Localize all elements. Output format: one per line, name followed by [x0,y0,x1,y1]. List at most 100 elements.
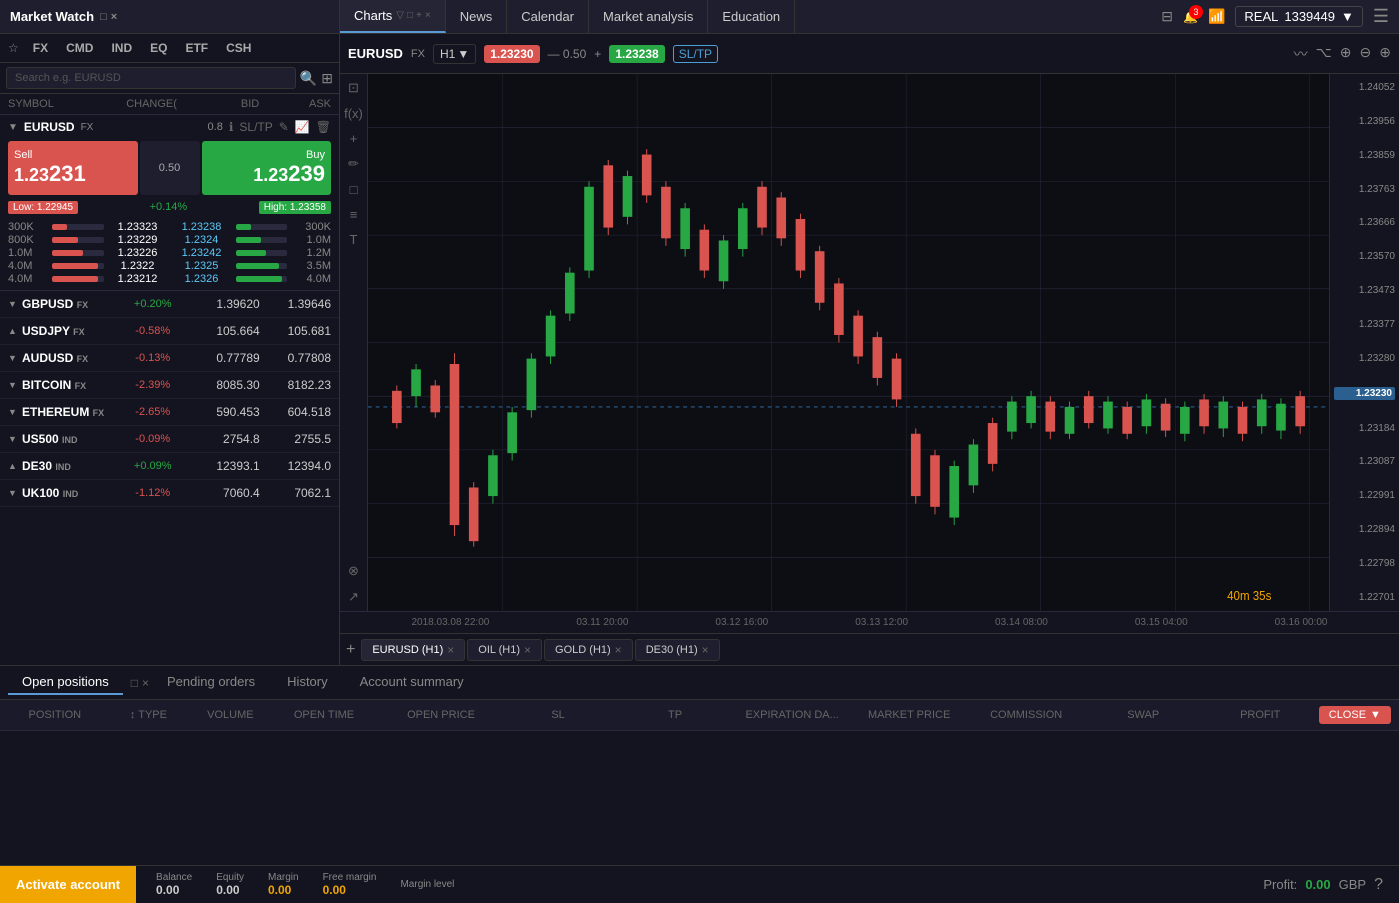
bottom-panel: Open positions □ × Pending orders Histor… [0,665,1399,865]
add-chart-tab-icon[interactable]: + [346,641,355,659]
col-volume: VOLUME [195,709,265,721]
tab-pending-orders[interactable]: Pending orders [153,670,269,695]
monitor-icon[interactable]: ⊟ [1161,8,1173,25]
list-item[interactable]: ▼ UK100 IND -1.12% 7060.4 7062.1 [0,480,339,507]
layers-icon[interactable]: ⊗ [348,563,359,579]
tab-calendar[interactable]: Calendar [507,0,589,33]
tab-open-positions[interactable]: Open positions [8,670,123,695]
window-icon[interactable]: □ [407,10,413,21]
window-icon[interactable]: □ [131,676,138,690]
list-item[interactable]: ▲ USDJPY FX -0.58% 105.664 105.681 [0,318,339,345]
chart-tab-gold[interactable]: GOLD (H1) × [544,639,633,661]
close-tab-icon[interactable]: × [615,643,622,657]
chart-tab-oil[interactable]: OIL (H1) × [467,639,542,661]
eurusd-type: FX [81,122,94,133]
chart-icon[interactable]: 📈 [295,120,310,134]
tab-charts-label: Charts [354,8,392,23]
tab-market-analysis[interactable]: Market analysis [589,0,708,33]
search-icon[interactable]: 🔍 [300,70,317,87]
list-item[interactable]: ▼ AUDUSD FX -0.13% 0.77789 0.77808 [0,345,339,372]
crosshair-icon[interactable]: ⊕ [1379,44,1391,64]
close-tab-icon[interactable]: × [702,643,709,657]
close-tab-icon[interactable]: × [425,10,431,21]
profit-label: Profit: [1263,877,1297,892]
activate-account-button[interactable]: Activate account [0,866,136,903]
equity-item: Equity 0.00 [216,872,244,897]
pen-icon[interactable]: ✏ [348,156,359,172]
buy-label: Buy [208,149,326,161]
list-item[interactable]: ▼ GBPUSD FX +0.20% 1.39620 1.39646 [0,291,339,318]
sidebar-tab-csh[interactable]: CSH [218,38,259,58]
list-item[interactable]: ▲ DE30 IND +0.09% 12393.1 12394.0 [0,453,339,480]
sidebar-tab-ind[interactable]: IND [103,38,140,58]
drawing-tool-icon[interactable]: 〰 [1294,44,1308,64]
list-item[interactable]: ▼ BITCOIN FX -2.39% 8085.30 8182.23 [0,372,339,399]
close-tab-icon[interactable]: × [447,643,454,657]
equity-value: 0.00 [216,883,244,897]
favorites-icon[interactable]: ☆ [8,41,19,55]
square-icon[interactable]: □ [350,182,358,197]
close-all-button[interactable]: CLOSE ▼ [1319,706,1391,724]
instrument-change: -2.39% [117,378,188,392]
chart-sltp-label[interactable]: SL/TP [673,45,718,63]
chart-tab-eurusd[interactable]: EURUSD (H1) × [361,639,465,661]
eurusd-action-icons: ℹ SL/TP ✎ 📈 🗑 [229,120,331,134]
line-icon[interactable]: ≡ [350,207,358,222]
list-item[interactable]: ▼ ETHEREUM FX -2.65% 590.453 604.518 [0,399,339,426]
margin-item: Margin 0.00 [268,872,299,897]
close-button-container: CLOSE ▼ [1319,706,1391,724]
sidebar-tab-fx[interactable]: FX [25,38,56,58]
indicator-tool-icon[interactable]: ⌥ [1316,44,1332,64]
grid-view-icon[interactable]: ⊞ [321,70,333,87]
chart-tools: 〰 ⌥ ⊕ ⊖ ⊕ [1294,44,1391,64]
sidebar-tab-eq[interactable]: EQ [142,38,175,58]
margin-value: 0.00 [268,883,299,897]
help-icon[interactable]: ? [1374,876,1383,894]
list-item[interactable]: ▼ US500 IND -0.09% 2754.8 2755.5 [0,426,339,453]
sidebar-tab-cmd[interactable]: CMD [58,38,101,58]
instrument-ask: 2755.5 [260,432,331,446]
minimize-icon[interactable]: □ [100,11,107,23]
notification-bell[interactable]: 🔔 3 [1183,10,1198,24]
hamburger-menu-icon[interactable]: ☰ [1373,6,1389,27]
delete-icon[interactable]: 🗑 [316,120,331,134]
tab-education[interactable]: Education [708,0,795,33]
order-book-row: 4.0M 1.23212 1.2326 4.0M [8,273,331,285]
price-axis: 1.24052 1.23956 1.23859 1.23763 1.23666 … [1329,74,1399,611]
change-percent: +0.14% [150,201,188,214]
sell-button[interactable]: Sell 1.23231 [8,141,138,195]
search-input[interactable] [6,67,296,89]
plus-icon[interactable]: + [350,131,358,146]
timeframe-selector[interactable]: H1 ▼ [433,44,476,64]
fx-icon[interactable]: f(x) [344,106,363,121]
price-level: 1.22701 [1334,592,1395,603]
tab-account-summary[interactable]: Account summary [346,670,478,695]
price-level: 1.22798 [1334,558,1395,569]
cursor-icon[interactable]: ⊡ [348,80,359,96]
account-selector[interactable]: REAL 1339449 ▼ [1235,6,1362,27]
text-icon[interactable]: T [350,232,358,247]
edit-icon[interactable]: ✎ [279,120,289,134]
share-icon[interactable]: ↗ [348,589,359,605]
chart-tab-de30[interactable]: DE30 (H1) × [635,639,720,661]
candlestick-chart[interactable]: 40m 35s [368,74,1329,611]
close-panel-icon[interactable]: × [142,676,149,690]
sidebar-tab-etf[interactable]: ETF [177,38,216,58]
buy-sell-row: Sell 1.23231 0.50 Buy 1.23239 [0,139,339,199]
bottom-tabs: Open positions □ × Pending orders Histor… [0,666,1399,700]
chart-pair-type: FX [411,48,425,60]
tab-history[interactable]: History [273,670,341,695]
tab-news[interactable]: News [446,0,508,33]
zoom-out-icon[interactable]: ⊖ [1360,44,1372,64]
close-tab-icon[interactable]: × [524,643,531,657]
close-icon[interactable]: × [111,11,117,23]
buy-button[interactable]: Buy 1.23239 [202,141,332,195]
order-book-row: 4.0M 1.2322 1.2325 3.5M [8,260,331,272]
current-price-label: 1.23230 [1334,387,1395,400]
info-icon[interactable]: ℹ [229,120,234,134]
eurusd-header[interactable]: ▼ EURUSD FX 0.8 ℹ SL/TP ✎ 📈 🗑 [0,115,339,139]
add-icon[interactable]: + [416,10,422,21]
zoom-in-icon[interactable]: ⊕ [1340,44,1352,64]
tab-charts[interactable]: Charts ▽ □ + × [340,0,446,33]
account-number: 1339449 [1284,9,1335,24]
